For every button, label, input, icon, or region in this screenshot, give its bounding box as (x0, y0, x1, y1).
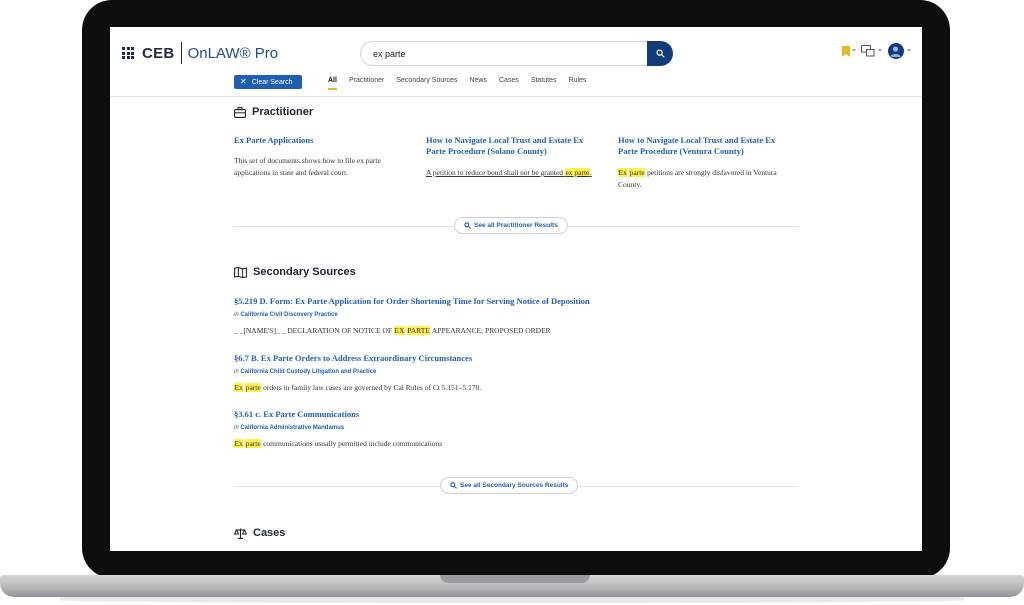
secondary-result-snippet: Ex parte communications usually permitte… (234, 439, 443, 448)
clear-search-button[interactable]: ✕ Clear Search (234, 75, 302, 89)
source-link[interactable]: California Civil Discovery Practice (240, 312, 337, 318)
devices-chevron-down-icon[interactable] (878, 49, 882, 52)
tab-statutes[interactable]: Statutes (531, 77, 557, 88)
result-tabs: All Practitioner Secondary Sources News … (328, 77, 587, 90)
secondary-result: §3.61 c. Ex Parte Communications in Cali… (234, 409, 798, 448)
search-icon (464, 222, 471, 229)
secondary-result-source: in California Civil Discovery Practice (234, 312, 338, 318)
tab-rules[interactable]: Rules (569, 77, 587, 88)
practitioner-card-title[interactable]: How to Navigate Local Trust and Estate E… (426, 135, 604, 157)
see-all-practitioner-label: See all Practitioner Results (474, 222, 558, 229)
bookmark-chevron-down-icon[interactable] (852, 49, 856, 52)
secondary-result-title[interactable]: §6.7 B. Ex Parte Orders to Address Extra… (234, 353, 798, 363)
user-chevron-down-icon[interactable] (907, 49, 911, 52)
secondary-result: §6.7 B. Ex Parte Orders to Address Extra… (234, 353, 798, 392)
briefcase-icon (234, 106, 246, 118)
book-open-icon (234, 266, 247, 278)
practitioner-heading: Practitioner (234, 106, 313, 118)
cases-heading: Cases (234, 527, 285, 539)
see-all-secondary-sources-button[interactable]: See all Secondary Sources Results (440, 477, 579, 494)
tab-all[interactable]: All (328, 77, 337, 90)
tab-secondary-sources[interactable]: Secondary Sources (396, 77, 457, 88)
practitioner-heading-text: Practitioner (252, 106, 314, 118)
tab-cases[interactable]: Cases (499, 77, 519, 88)
apps-grid-icon[interactable] (122, 47, 134, 59)
secondary-sources-heading: Secondary Sources (234, 266, 356, 278)
secondary-sources-heading-text: Secondary Sources (253, 266, 356, 278)
search-icon (450, 482, 457, 489)
cases-heading-text: Cases (253, 527, 286, 539)
search-icon (655, 49, 665, 58)
secondary-result: §5.219 D. Form: Ex Parte Application for… (234, 296, 798, 335)
secondary-result-snippet: _ _[NAME'S]_ _ DECLARATION OF NOTICE OF … (234, 326, 551, 335)
search-button[interactable] (647, 41, 673, 66)
practitioner-card: How to Navigate Local Trust and Estate E… (426, 135, 604, 179)
practitioner-card-snippet: This set of documents shows how to file … (234, 156, 381, 177)
practitioner-card: Ex Parte Applications This set of docume… (234, 135, 412, 179)
secondary-result-source: in California Child Custody Litigation a… (234, 369, 377, 375)
secondary-result-snippet: Ex parte orders in family law cases are … (234, 383, 482, 392)
secondary-result-title[interactable]: §5.219 D. Form: Ex Parte Application for… (234, 296, 798, 306)
user-icon (890, 46, 901, 57)
devices-icon[interactable] (861, 45, 875, 57)
user-avatar[interactable] (888, 43, 904, 59)
practitioner-card-title[interactable]: How to Navigate Local Trust and Estate E… (618, 135, 796, 157)
laptop-notch (440, 575, 590, 583)
clear-search-label: Clear Search (251, 78, 293, 86)
logo-divider (180, 42, 182, 64)
bookmark-icon[interactable] (842, 46, 850, 57)
see-all-secondary-sources-label: See all Secondary Sources Results (460, 482, 569, 489)
see-all-practitioner-button[interactable]: See all Practitioner Results (454, 217, 568, 234)
tab-practitioner[interactable]: Practitioner (349, 77, 384, 88)
app-screen: CEB OnLAW® Pro ex parte ✕ Clear Search A… (110, 27, 922, 551)
source-link[interactable]: California Child Custody Litigation and … (240, 369, 376, 375)
search-bar (360, 41, 673, 66)
close-icon: ✕ (240, 77, 247, 86)
tab-news[interactable]: News (469, 77, 487, 88)
app-logo[interactable]: CEB OnLAW® Pro (142, 41, 278, 65)
scales-icon (234, 528, 247, 539)
practitioner-card: How to Navigate Local Trust and Estate E… (618, 135, 796, 191)
source-link[interactable]: California Administrative Mandamus (240, 425, 344, 431)
logo-onlaw: OnLAW® Pro (187, 44, 279, 62)
search-input[interactable] (361, 42, 647, 65)
secondary-result-title[interactable]: §3.61 c. Ex Parte Communications (234, 409, 798, 419)
practitioner-card-title[interactable]: Ex Parte Applications (234, 135, 412, 146)
practitioner-card-snippet: Ex parte petitions are strongly disfavor… (618, 168, 777, 189)
top-header: CEB OnLAW® Pro ex parte ✕ Clear Search A… (110, 27, 922, 97)
secondary-result-source: in California Administrative Mandamus (234, 425, 345, 431)
practitioner-card-snippet: A petition to reduce bond shall not be g… (426, 168, 592, 177)
logo-ceb: CEB (142, 44, 175, 62)
laptop-shadow (60, 597, 964, 603)
